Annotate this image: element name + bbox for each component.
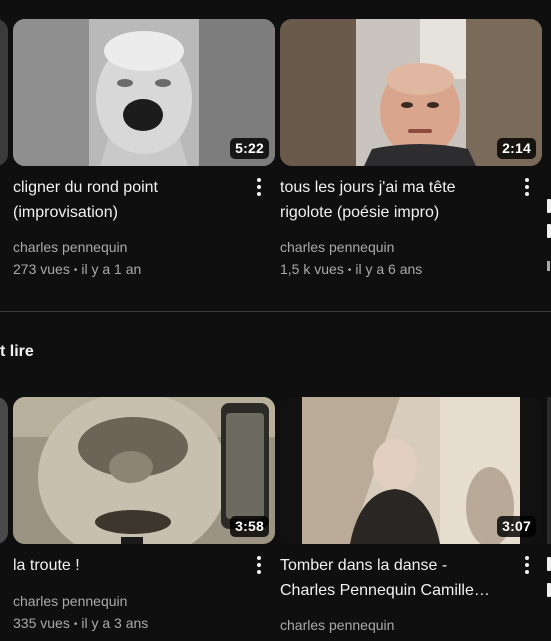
video-stats: 335 vues • il y a 3 ans [13, 612, 148, 636]
upload-age: il y a 3 ans [81, 615, 149, 631]
shelf-divider [0, 311, 551, 312]
view-count: 1,5 k vues [280, 261, 344, 277]
channel-name[interactable]: charles pennequin [280, 236, 394, 258]
bottom-video-shelf: 3:58 la troute ! charles pennequin 335 v… [0, 330, 551, 641]
video-thumbnail[interactable]: 2:14 [280, 19, 542, 166]
video-title-line[interactable]: (improvisation) [13, 200, 118, 225]
video-duration: 3:58 [230, 516, 269, 537]
partial-title-fragment [547, 557, 551, 571]
video-title-line[interactable]: Tomber dans la danse - [280, 553, 447, 578]
partial-thumbnail-left[interactable] [0, 19, 8, 166]
top-video-shelf: 5:22 cligner du rond point (improvisatio… [0, 0, 551, 300]
partial-meta-fragment [547, 261, 550, 271]
video-card[interactable]: 3:07 Tomber dans la danse - Charles Penn… [280, 397, 542, 641]
video-title-line[interactable]: rigolote (poésie impro) [280, 200, 439, 225]
video-title-line[interactable]: cligner du rond point [13, 175, 158, 200]
video-card[interactable]: 5:22 cligner du rond point (improvisatio… [13, 19, 275, 289]
channel-name[interactable]: charles pennequin [13, 236, 127, 258]
upload-age: il y a 1 an [81, 261, 142, 277]
channel-name[interactable]: charles pennequin [13, 590, 127, 612]
view-count: 273 vues [13, 261, 70, 277]
more-options-icon[interactable] [249, 175, 269, 199]
partial-title-fragment [547, 224, 551, 238]
video-thumbnail[interactable]: 5:22 [13, 19, 275, 166]
video-duration: 3:07 [497, 516, 536, 537]
partial-thumbnail-right [547, 397, 551, 544]
view-count: 335 vues [13, 615, 70, 631]
channel-name[interactable]: charles pennequin [280, 614, 394, 636]
partial-title-fragment [547, 583, 551, 597]
partial-video-card-right[interactable] [547, 19, 551, 279]
more-options-icon[interactable] [517, 175, 537, 199]
partial-title-fragment [547, 199, 551, 213]
partial-thumbnail-left[interactable] [0, 397, 8, 544]
video-title-line[interactable]: la troute ! [13, 553, 80, 578]
separator-dot: • [347, 265, 352, 276]
more-options-icon[interactable] [249, 553, 269, 577]
video-card[interactable]: 2:14 tous les jours j'ai ma tête rigolot… [280, 19, 542, 289]
video-stats: 273 vues • il y a 1 an [13, 258, 141, 282]
video-duration: 5:22 [230, 138, 269, 159]
separator-dot: • [73, 265, 78, 276]
video-stats: 1,5 k vues • il y a 6 ans [280, 258, 422, 282]
partial-video-card-right[interactable] [547, 397, 551, 641]
separator-dot: • [73, 619, 78, 630]
video-duration: 2:14 [497, 138, 536, 159]
video-title-line[interactable]: tous les jours j'ai ma tête [280, 175, 456, 200]
video-title-line[interactable]: Charles Pennequin Camille… [280, 578, 490, 603]
upload-age: il y a 6 ans [355, 261, 423, 277]
video-thumbnail[interactable]: 3:07 [280, 397, 542, 544]
video-thumbnail[interactable]: 3:58 [13, 397, 275, 544]
more-options-icon[interactable] [517, 553, 537, 577]
video-card[interactable]: 3:58 la troute ! charles pennequin 335 v… [13, 397, 275, 641]
